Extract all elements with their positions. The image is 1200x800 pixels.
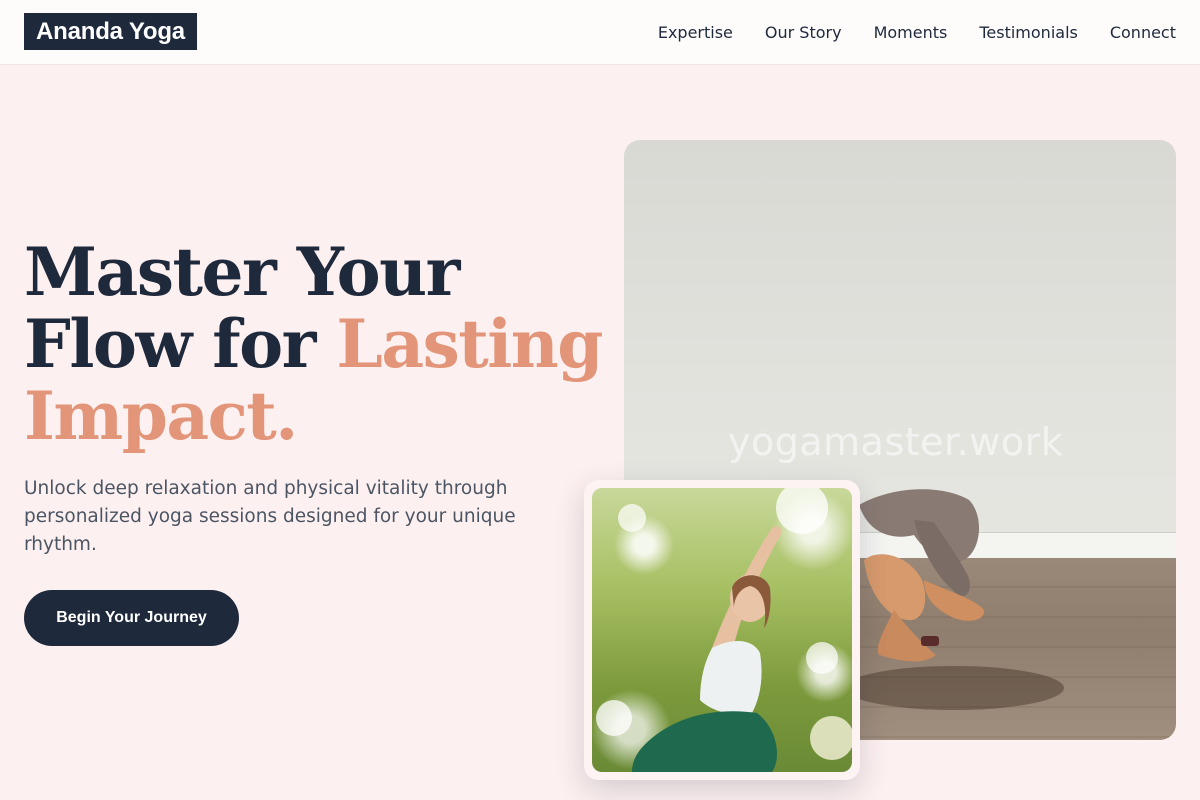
brand-logo[interactable]: Ananda Yoga [24, 13, 197, 50]
site-header: Ananda Yoga Expertise Our Story Moments … [0, 0, 1200, 65]
nav-link-testimonials[interactable]: Testimonials [979, 23, 1078, 42]
hero-title: Master Your Flow for Lasting Impact. [24, 236, 604, 452]
image-watermark: yogamaster.work [728, 420, 1064, 464]
begin-journey-button[interactable]: Begin Your Journey [24, 590, 239, 646]
nav-link-connect[interactable]: Connect [1110, 23, 1176, 42]
hero-title-line3: Impact. [24, 377, 298, 455]
nav-link-our-story[interactable]: Our Story [765, 23, 842, 42]
meadow-stretch-photo [592, 488, 852, 772]
nav-link-expertise[interactable]: Expertise [658, 23, 733, 42]
main-nav: Expertise Our Story Moments Testimonials… [658, 0, 1176, 64]
meadow-figure-illustration [596, 488, 852, 772]
hero-title-line1: Master Your [24, 233, 460, 311]
inset-photo-card [584, 480, 860, 780]
hero-subtitle: Unlock deep relaxation and physical vita… [24, 478, 516, 555]
hero-title-line2: Flow for [24, 305, 316, 383]
hero-title-accent-word: Lasting [336, 305, 603, 383]
nav-link-moments[interactable]: Moments [874, 23, 948, 42]
